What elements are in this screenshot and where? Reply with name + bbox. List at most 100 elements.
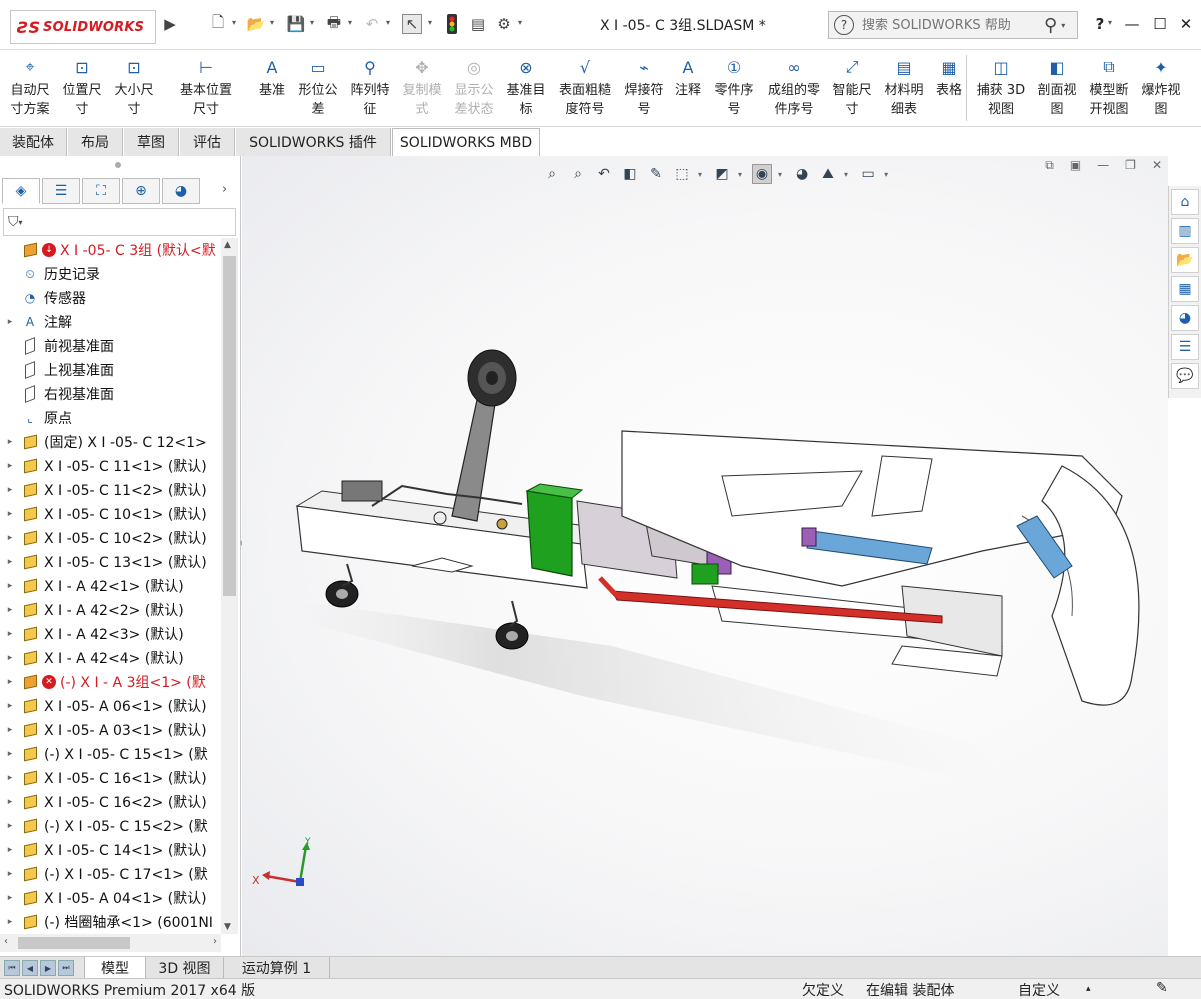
units-dropdown-icon[interactable]: ▴ (1086, 984, 1091, 994)
expand-arrow-icon[interactable]: ▸ (4, 629, 16, 639)
ribbon-item-capture-3d-view[interactable]: ◫ 捕获 3D 视图 (971, 55, 1031, 125)
ribbon-item-basic-location-dimension[interactable]: ⊢ 基本位置尺寸 (176, 55, 236, 125)
expand-arrow-icon[interactable]: ▸ (4, 653, 16, 663)
expand-arrow-icon[interactable]: ▸ (4, 461, 16, 471)
tree-item[interactable]: ▸ X I -05- C 16<1> (默认) (0, 766, 220, 790)
ribbon-item-smart-dimension[interactable]: ⤢ 智能尺 寸 (822, 55, 882, 125)
open-folder-icon[interactable]: 📂 (246, 14, 266, 34)
tree-item[interactable]: ▸ X I -05- C 10<1> (默认) (0, 502, 220, 526)
undo-icon[interactable]: ↶ (362, 14, 382, 34)
next-tab-icon[interactable]: ▶ (40, 960, 56, 976)
appearances-scenes-icon[interactable]: ◕ (1171, 305, 1199, 331)
expand-arrow-icon[interactable]: ▸ (4, 917, 16, 927)
ribbon-item-section-view[interactable]: ◧ 剖面视 图 (1027, 55, 1087, 125)
tree-item[interactable]: 右视基准面 (0, 382, 220, 406)
ribbon-item-geometric-tolerance[interactable]: ▭ 形位公 差 (288, 55, 348, 125)
viewport-restore-left-icon[interactable]: ⧉ (1045, 158, 1054, 173)
command-tab-2[interactable]: 草图 (124, 128, 179, 156)
edit-appearance-icon[interactable]: ◕ (792, 164, 812, 184)
command-tab-1[interactable]: 布局 (68, 128, 123, 156)
expand-arrow-icon[interactable]: ▸ (4, 845, 16, 855)
tree-item[interactable]: ▸ X I -05- A 06<1> (默认) (0, 694, 220, 718)
options-gear-icon[interactable]: ⚙ (494, 14, 514, 34)
zoom-to-fit-icon[interactable]: ⌕ (542, 164, 562, 184)
tree-item[interactable]: ▸ X I - A 42<4> (默认) (0, 646, 220, 670)
tree-item[interactable]: ▸ X I - A 42<3> (默认) (0, 622, 220, 646)
command-tab-4[interactable]: SOLIDWORKS 插件 (236, 128, 391, 156)
ribbon-item-surface-finish[interactable]: √ 表面粗糙 度符号 (555, 55, 615, 125)
section-view-icon[interactable]: ◧ (620, 164, 640, 184)
file-explorer-icon[interactable]: 📂 (1171, 247, 1199, 273)
prev-tab-icon[interactable]: ◀ (22, 960, 38, 976)
tree-item[interactable]: ▸ X I -05- A 03<1> (默认) (0, 718, 220, 742)
traffic-light-icon[interactable] (442, 14, 462, 34)
help-search-input[interactable] (862, 17, 1040, 33)
expand-arrow-icon[interactable]: ▸ (4, 725, 16, 735)
dynamic-annotation-icon[interactable]: ✎ (646, 164, 666, 184)
ribbon-item-balloon[interactable]: ① 零件序 号 (704, 55, 764, 125)
tree-item[interactable]: ▸ (-) X I -05- C 17<1> (默 (0, 862, 220, 886)
ribbon-item-datum-target[interactable]: ⊗ 基准目 标 (496, 55, 556, 125)
filter-icon[interactable]: ⛉ (8, 214, 19, 230)
expand-menu-icon[interactable]: ▶ (160, 14, 180, 34)
apply-scene-icon[interactable]: ⛰ (818, 164, 838, 184)
tree-item[interactable]: ▸ (-) 档圈轴承<1> (6001NI (0, 910, 220, 934)
tree-item[interactable]: ▸ X I -05- C 10<2> (默认) (0, 526, 220, 550)
hide-show-items-icon[interactable]: ◉ (752, 164, 773, 184)
tree-item[interactable]: ▸ X I -05- C 13<1> (默认) (0, 550, 220, 574)
propertymanager-tab-icon[interactable]: ☰ (42, 178, 80, 204)
tree-item[interactable]: ▸ X I -05- C 11<2> (默认) (0, 478, 220, 502)
new-dropdown-icon[interactable]: ▾ (232, 18, 236, 27)
expand-arrow-icon[interactable]: ▸ (4, 773, 16, 783)
close-icon[interactable]: ✕ (1174, 12, 1198, 36)
undo-dropdown-icon[interactable]: ▾ (386, 18, 390, 27)
save-icon[interactable]: 💾 (286, 14, 306, 34)
tree-item[interactable]: 前视基准面 (0, 334, 220, 358)
bottom-tab-2[interactable]: 运动算例 1 (224, 957, 330, 979)
expand-arrow-icon[interactable]: ▸ (4, 605, 16, 615)
display-manager-tab-icon[interactable]: ◕ (162, 178, 200, 204)
tree-item[interactable]: ⌞ 原点 (0, 406, 220, 430)
previous-view-icon[interactable]: ↶ (594, 164, 614, 184)
display-style-icon[interactable]: ◩ (712, 164, 732, 184)
solidworks-forum-icon[interactable]: 💬 (1171, 363, 1199, 389)
expand-arrow-icon[interactable]: ▸ (4, 821, 16, 831)
scene-dropdown-icon[interactable]: ▾ (844, 170, 848, 179)
solidworks-logo[interactable]: ƧS SOLIDWORKS (10, 10, 156, 44)
select-cursor-icon[interactable]: ↖ (402, 14, 422, 34)
view-palette-icon[interactable]: ▦ (1171, 276, 1199, 302)
scroll-down-icon[interactable]: ▼ (224, 922, 231, 932)
minimize-icon[interactable]: — (1120, 12, 1144, 36)
command-tab-0[interactable]: 装配体 (0, 128, 67, 156)
display-style-dropdown-icon[interactable]: ▾ (738, 170, 742, 179)
print-icon[interactable]: 🖶 (324, 13, 344, 34)
save-dropdown-icon[interactable]: ▾ (310, 18, 314, 27)
scroll-up-icon[interactable]: ▲ (224, 240, 231, 250)
expand-arrow-icon[interactable]: ▸ (4, 581, 16, 591)
view-orientation-dropdown-icon[interactable]: ▾ (698, 170, 702, 179)
expand-arrow-icon[interactable]: ▸ (4, 533, 16, 543)
tree-item[interactable]: ▸ X I - A 42<1> (默认) (0, 574, 220, 598)
open-dropdown-icon[interactable]: ▾ (270, 18, 274, 27)
maximize-icon[interactable]: ☐ (1148, 12, 1172, 36)
options-dropdown-icon[interactable]: ▾ (518, 18, 522, 27)
tabs-more-icon[interactable]: › (222, 182, 227, 197)
ribbon-item-location-dimension[interactable]: ⊡ 位置尺 寸 (52, 55, 112, 125)
expand-arrow-icon[interactable]: ▸ (4, 677, 16, 687)
featuremanager-tab-icon[interactable]: ◈ (2, 178, 40, 204)
last-tab-icon[interactable]: ⏭ (58, 960, 74, 976)
expand-arrow-icon[interactable]: ▸ (4, 509, 16, 519)
ribbon-item-exploded-view[interactable]: ✦ 爆炸视 图 (1131, 55, 1191, 125)
expand-arrow-icon[interactable]: ▸ (4, 869, 16, 879)
expand-arrow-icon[interactable]: ▸ (4, 893, 16, 903)
viewport-close-icon[interactable]: ✕ (1152, 158, 1162, 173)
ribbon-item-auto-dimension[interactable]: ⌖ 自动尺 寸方案 (0, 55, 60, 125)
new-document-icon[interactable]: 🗋 (208, 13, 228, 34)
zoom-to-area-icon[interactable]: ⌕ (568, 164, 588, 184)
tree-item[interactable]: ▸ X I -05- A 04<1> (默认) (0, 886, 220, 910)
tree-item[interactable]: ↓ X I -05- C 3组 (默认<默 (0, 238, 220, 262)
ribbon-item-table[interactable]: ▦ 表格 (919, 55, 979, 125)
scroll-thumb[interactable] (223, 256, 236, 596)
tree-item[interactable]: ▸ X I -05- C 16<2> (默认) (0, 790, 220, 814)
tree-horizontal-scrollbar[interactable]: ‹ › (0, 934, 221, 952)
